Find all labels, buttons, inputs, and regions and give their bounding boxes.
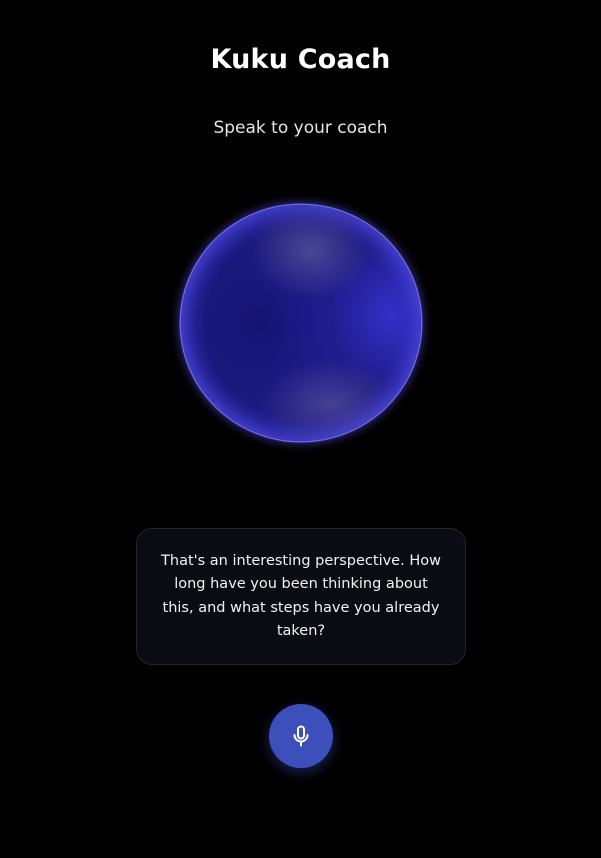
coach-message-text: That's an interesting perspective. How l… [161, 552, 441, 640]
microphone-button[interactable] [269, 704, 333, 768]
voice-orb [181, 205, 421, 441]
microphone-icon [293, 725, 309, 747]
coach-message-card: That's an interesting perspective. How l… [136, 528, 466, 665]
page-subtitle: Speak to your coach [213, 118, 388, 138]
app-title: Kuku Coach [210, 44, 391, 75]
